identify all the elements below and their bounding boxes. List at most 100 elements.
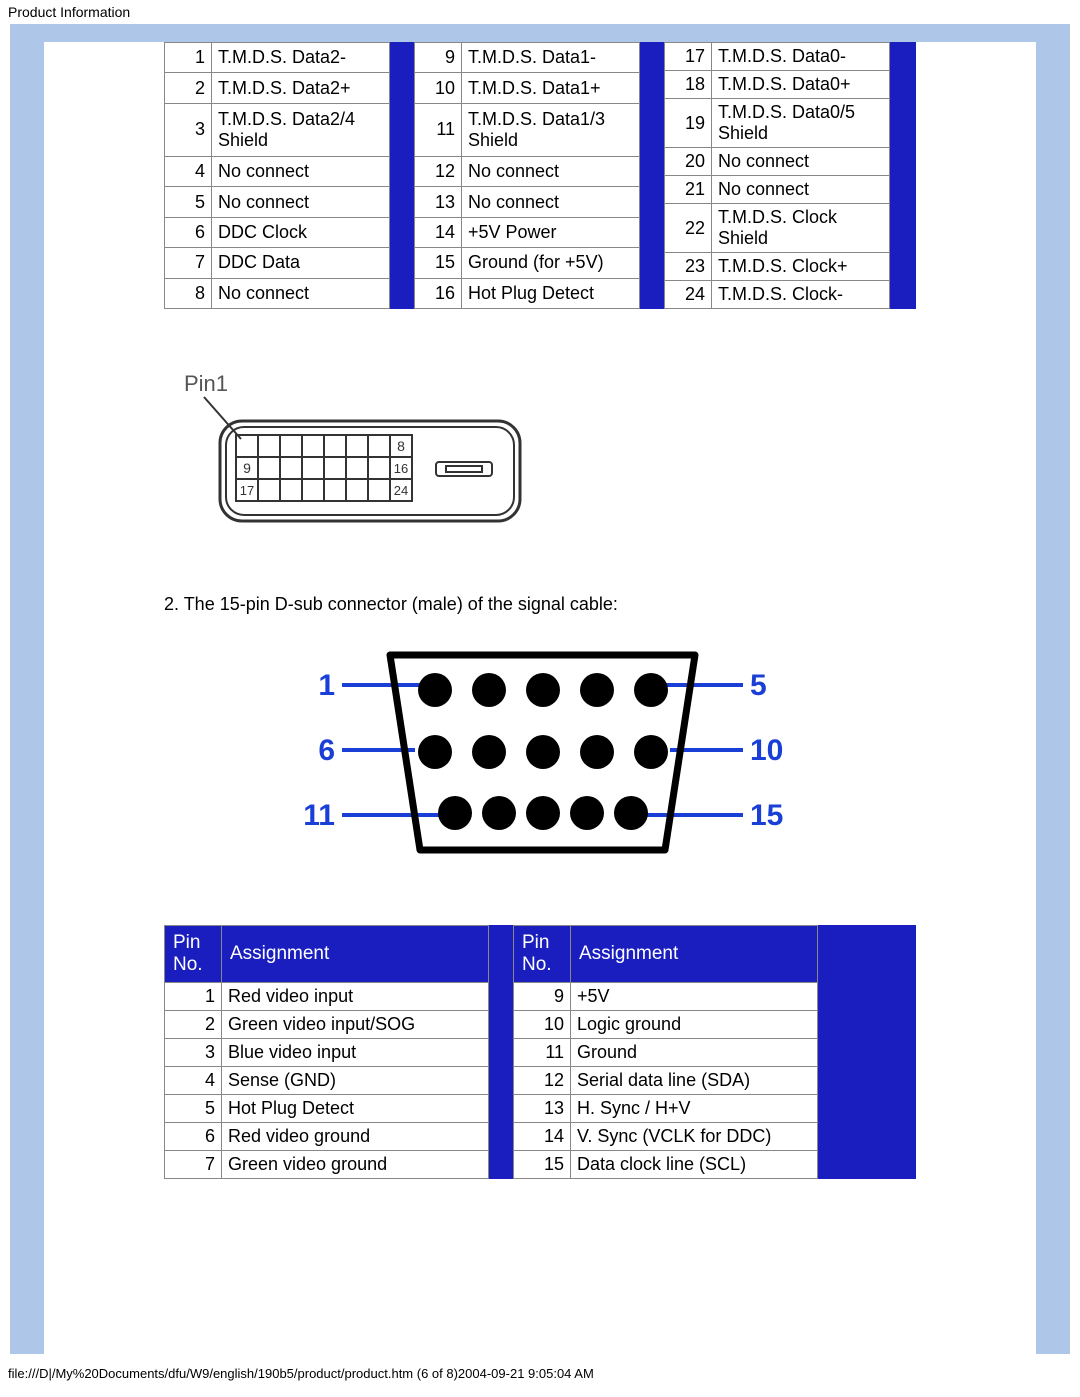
table-row: 4Sense (GND) — [165, 1067, 489, 1095]
table-header-row: Pin No. Assignment — [165, 926, 489, 983]
table-row: 13No connect — [415, 187, 640, 217]
dsub-label-5: 5 — [750, 669, 767, 702]
bottom-table-shell: Pin No. Assignment 1Red video input2Gree… — [164, 925, 916, 1179]
pin-assignment-cell: H. Sync / H+V — [571, 1095, 818, 1123]
pin-number-cell: 2 — [165, 73, 212, 103]
table-row: 7DDC Data — [165, 248, 390, 278]
table-row: 8No connect — [165, 278, 390, 308]
table-row: 9+5V — [514, 983, 818, 1011]
pin-number-cell: 13 — [514, 1095, 571, 1123]
pin-signal-cell: T.M.D.S. Data2- — [212, 43, 390, 73]
pin-signal-cell: T.M.D.S. Data1- — [462, 43, 640, 73]
table-row: 1T.M.D.S. Data2- — [165, 43, 390, 73]
dvi-pin-table: 1T.M.D.S. Data2-2T.M.D.S. Data2+3T.M.D.S… — [164, 42, 916, 309]
page-header: Product Information — [0, 0, 1080, 20]
pin-number-cell: 19 — [665, 99, 712, 148]
table-row: 15Ground (for +5V) — [415, 248, 640, 278]
pin-signal-cell: T.M.D.S. Data1+ — [462, 73, 640, 103]
top-table-shell: 1T.M.D.S. Data2-2T.M.D.S. Data2+3T.M.D.S… — [164, 42, 916, 309]
dsub-connector-svg: 1 6 11 5 10 15 — [260, 645, 820, 865]
pin-signal-cell: DDC Clock — [212, 217, 390, 247]
table-row: 10Logic ground — [514, 1011, 818, 1039]
pin-number-cell: 23 — [665, 253, 712, 281]
pin-number-cell: 8 — [165, 278, 212, 308]
table-row: 11T.M.D.S. Data1/3 Shield — [415, 103, 640, 156]
pin-assignment-cell: Hot Plug Detect — [222, 1095, 489, 1123]
pin-number-cell: 12 — [514, 1067, 571, 1095]
table-row: 12Serial data line (SDA) — [514, 1067, 818, 1095]
table-row: 24T.M.D.S. Clock- — [665, 281, 890, 309]
pin-assignment-cell: Green video ground — [222, 1151, 489, 1179]
pin-assignment-cell: Blue video input — [222, 1039, 489, 1067]
pin-number-cell: 9 — [514, 983, 571, 1011]
pin-number-cell: 10 — [415, 73, 462, 103]
th-pin-no: Pin No. — [514, 926, 571, 983]
pin-signal-cell: +5V Power — [462, 217, 640, 247]
pin-assignment-cell: Red video ground — [222, 1123, 489, 1151]
pin-signal-cell: T.M.D.S. Clock- — [712, 281, 890, 309]
section2-caption: 2. The 15-pin D-sub connector (male) of … — [164, 574, 916, 645]
table-row: 21No connect — [665, 176, 890, 204]
dsub-pins-1-7: Pin No. Assignment 1Red video input2Gree… — [164, 925, 489, 1179]
pin-number-cell: 20 — [665, 148, 712, 176]
pin-number-cell: 15 — [514, 1151, 571, 1179]
table-row: 12No connect — [415, 156, 640, 186]
pin-number-cell: 15 — [415, 248, 462, 278]
table-row: 19T.M.D.S. Data0/5 Shield — [665, 99, 890, 148]
pin-number-cell: 1 — [165, 983, 222, 1011]
pin1-label: Pin1 — [184, 371, 228, 396]
pin-number-cell: 5 — [165, 187, 212, 217]
pin-signal-cell: DDC Data — [212, 248, 390, 278]
content-frame: 1T.M.D.S. Data2-2T.M.D.S. Data2+3T.M.D.S… — [10, 24, 1070, 1354]
pin-signal-cell: Hot Plug Detect — [462, 278, 640, 308]
table-gap — [390, 42, 414, 309]
dsub-label-6: 6 — [318, 734, 335, 767]
dsub-label-15: 15 — [750, 799, 783, 832]
table-row: 23T.M.D.S. Clock+ — [665, 253, 890, 281]
th-pin-no: Pin No. — [165, 926, 222, 983]
pin-number-cell: 10 — [514, 1011, 571, 1039]
page-footer: file:///D|/My%20Documents/dfu/W9/english… — [0, 1354, 1080, 1381]
dvi-row2-start-label: 9 — [243, 460, 251, 476]
dsub-pin-table: Pin No. Assignment 1Red video input2Gree… — [164, 925, 916, 1179]
dvi-ground-blade — [436, 462, 492, 476]
pin-signal-cell: No connect — [712, 148, 890, 176]
pin-assignment-cell: Red video input — [222, 983, 489, 1011]
dvi-connector-diagram: Pin1 9 17 8 16 — [164, 309, 916, 574]
pin-number-cell: 21 — [665, 176, 712, 204]
dvi-pins-17-24: 17T.M.D.S. Data0-18T.M.D.S. Data0+19T.M.… — [664, 42, 890, 309]
pin-number-cell: 1 — [165, 43, 212, 73]
table-row: 4No connect — [165, 156, 390, 186]
table-row: 3T.M.D.S. Data2/4 Shield — [165, 103, 390, 156]
pin-number-cell: 11 — [514, 1039, 571, 1067]
pin-signal-cell: No connect — [212, 278, 390, 308]
table-row: 6DDC Clock — [165, 217, 390, 247]
table-row: 15Data clock line (SCL) — [514, 1151, 818, 1179]
dsub-pins-row2 — [418, 735, 668, 769]
dvi-row1-end-label: 8 — [397, 438, 405, 454]
th-assignment: Assignment — [571, 926, 818, 983]
pin-assignment-cell: Sense (GND) — [222, 1067, 489, 1095]
table-row: 16Hot Plug Detect — [415, 278, 640, 308]
dvi-pins-1-8: 1T.M.D.S. Data2-2T.M.D.S. Data2+3T.M.D.S… — [164, 42, 390, 309]
pin-number-cell: 14 — [415, 217, 462, 247]
dvi-pins-9-16: 9T.M.D.S. Data1-10T.M.D.S. Data1+11T.M.D… — [414, 42, 640, 309]
pin-number-cell: 7 — [165, 1151, 222, 1179]
table-header-row: Pin No. Assignment — [514, 926, 818, 983]
pin-number-cell: 14 — [514, 1123, 571, 1151]
pin-signal-cell: T.M.D.S. Data0+ — [712, 71, 890, 99]
table-row: 5Hot Plug Detect — [165, 1095, 489, 1123]
pin-number-cell: 7 — [165, 248, 212, 278]
pin-number-cell: 6 — [165, 217, 212, 247]
dsub-pins-9-15: Pin No. Assignment 9+5V10Logic ground11G… — [513, 925, 818, 1179]
table-row: 10T.M.D.S. Data1+ — [415, 73, 640, 103]
pin-signal-cell: T.M.D.S. Clock Shield — [712, 204, 890, 253]
table-row: 17T.M.D.S. Data0- — [665, 43, 890, 71]
dvi-row3-end-label: 24 — [394, 483, 408, 498]
dsub-label-11: 11 — [303, 799, 335, 832]
pin-signal-cell: T.M.D.S. Data0- — [712, 43, 890, 71]
table-row: 13H. Sync / H+V — [514, 1095, 818, 1123]
pin-number-cell: 17 — [665, 43, 712, 71]
dsub-pins-row3 — [438, 796, 648, 830]
table-row: 2T.M.D.S. Data2+ — [165, 73, 390, 103]
